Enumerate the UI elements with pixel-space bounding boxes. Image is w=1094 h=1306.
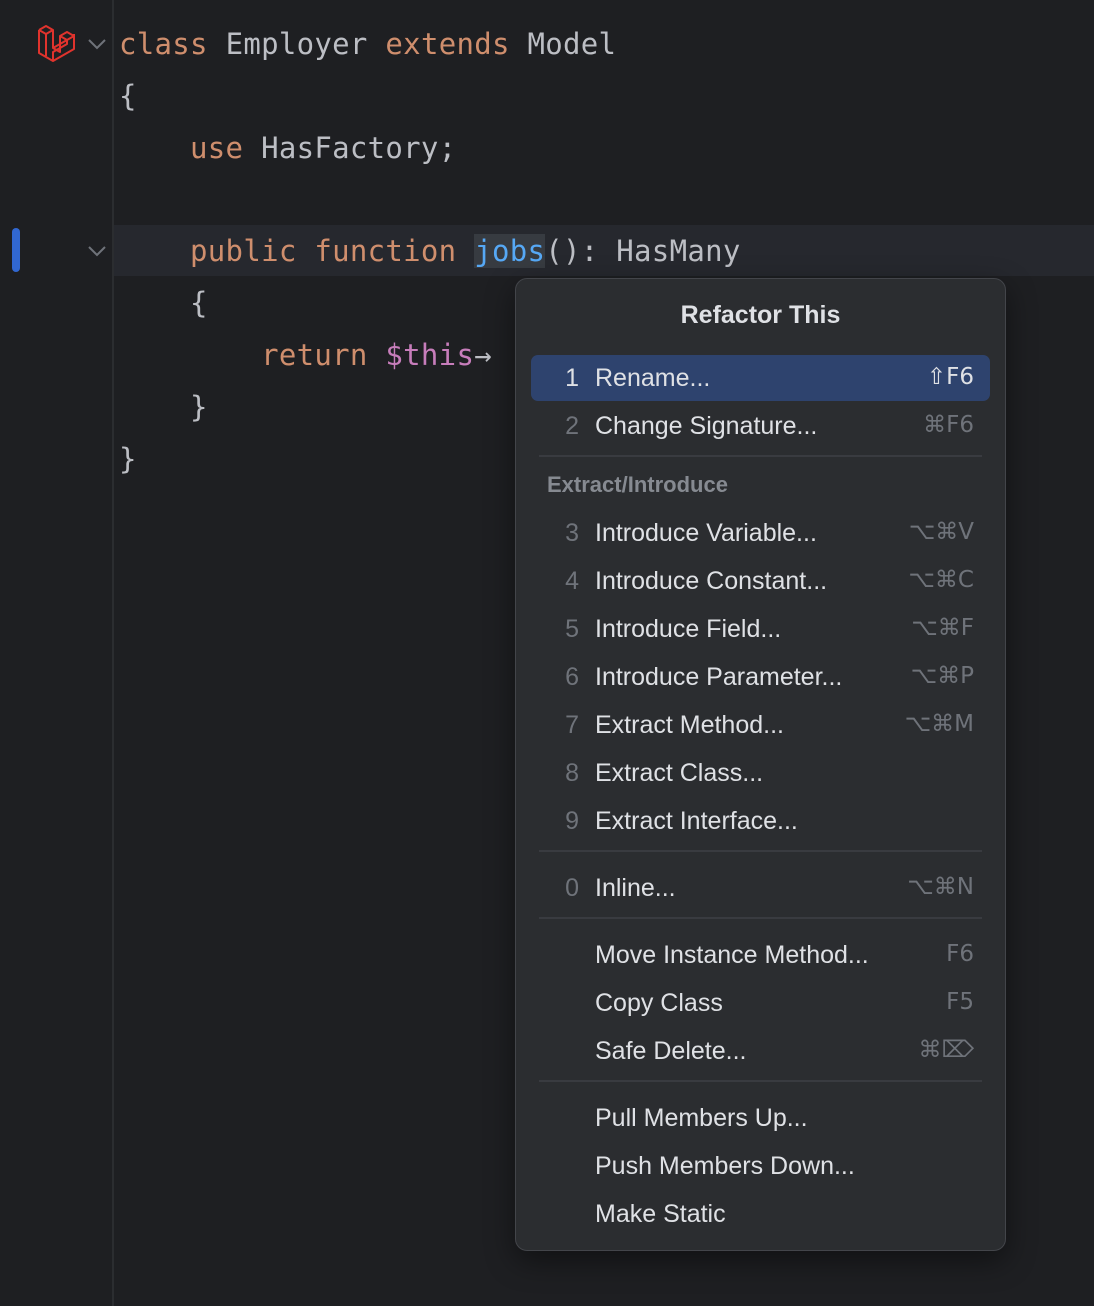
menu-item-shortcut: ⇧F6: [926, 364, 974, 390]
code-token: Model: [509, 27, 617, 61]
code-line[interactable]: }: [119, 439, 137, 479]
fold-chevron-icon[interactable]: [86, 244, 108, 258]
menu-item-inline[interactable]: 0 Inline... ⌥⌘N: [531, 865, 990, 911]
gutter-divider: [112, 0, 114, 1306]
menu-separator: [539, 1080, 982, 1082]
menu-separator: [539, 917, 982, 919]
code-line[interactable]: }: [119, 387, 208, 427]
menu-item-pull-members-up[interactable]: Pull Members Up...: [531, 1095, 990, 1141]
menu-item-shortcut: F5: [946, 989, 974, 1015]
menu-item-label: Introduce Field...: [595, 615, 782, 643]
laravel-icon[interactable]: [36, 22, 78, 64]
code-token: →: [474, 338, 492, 372]
code-token: }: [119, 390, 208, 424]
menu-item-shortcut: ⌥⌘N: [907, 874, 974, 900]
code-token: public function: [119, 234, 475, 268]
menu-item-label: Introduce Variable...: [595, 519, 817, 547]
menu-item-label: Inline...: [595, 874, 676, 902]
menu-item-rename[interactable]: 1 Rename... ⇧F6: [531, 355, 990, 401]
menu-item-shortcut: ⌘⌦: [918, 1037, 974, 1063]
menu-item-make-static[interactable]: Make Static: [531, 1191, 990, 1237]
code-line[interactable]: {: [119, 76, 137, 116]
code-line[interactable]: {: [119, 283, 208, 323]
menu-item-label: Change Signature...: [595, 412, 818, 440]
method-name-token: jobs: [474, 234, 546, 268]
menu-item-label: Move Instance Method...: [595, 941, 869, 969]
menu-item-introduce-parameter[interactable]: 6 Introduce Parameter... ⌥⌘P: [531, 654, 990, 700]
menu-item-mnemonic: 9: [565, 807, 579, 835]
menu-item-mnemonic: 3: [565, 519, 579, 547]
code-token: }: [119, 442, 137, 476]
menu-item-introduce-field[interactable]: 5 Introduce Field... ⌥⌘F: [531, 606, 990, 652]
menu-item-label: Extract Interface...: [595, 807, 798, 835]
code-line[interactable]: class Employer extends Model: [119, 24, 616, 64]
menu-item-shortcut: F6: [946, 941, 974, 967]
code-token: class: [119, 27, 208, 61]
menu-item-label: Make Static: [595, 1200, 726, 1228]
menu-separator: [539, 455, 982, 457]
menu-item-label: Introduce Constant...: [595, 567, 828, 595]
menu-item-change-signature[interactable]: 2 Change Signature... ⌘F6: [531, 403, 990, 449]
menu-item-label: Introduce Parameter...: [595, 663, 843, 691]
menu-item-extract-class[interactable]: 8 Extract Class...: [531, 750, 990, 796]
menu-item-shortcut: ⌘F6: [923, 412, 974, 438]
code-token: HasFactory;: [243, 131, 457, 165]
menu-item-label: Extract Class...: [595, 759, 764, 787]
code-line[interactable]: use HasFactory;: [119, 128, 456, 168]
vcs-change-marker[interactable]: [12, 228, 20, 272]
menu-item-shortcut: ⌥⌘P: [910, 663, 974, 689]
code-token: extends: [385, 27, 510, 61]
menu-item-introduce-constant[interactable]: 4 Introduce Constant... ⌥⌘C: [531, 558, 990, 604]
menu-item-label: Extract Method...: [595, 711, 784, 739]
menu-item-mnemonic: 7: [565, 711, 579, 739]
menu-item-mnemonic: 8: [565, 759, 579, 787]
fold-chevron-icon[interactable]: [86, 37, 108, 51]
menu-item-extract-method[interactable]: 7 Extract Method... ⌥⌘M: [531, 702, 990, 748]
menu-item-mnemonic: 5: [565, 615, 579, 643]
menu-item-mnemonic: 0: [565, 874, 579, 902]
code-token: {: [119, 286, 208, 320]
code-token: Employer: [207, 27, 386, 61]
menu-item-mnemonic: 1: [565, 364, 579, 392]
menu-item-safe-delete[interactable]: Safe Delete... ⌘⌦: [531, 1028, 990, 1074]
menu-separator: [539, 850, 982, 852]
menu-item-shortcut: ⌥⌘F: [911, 615, 974, 641]
menu-item-label: Push Members Down...: [595, 1152, 855, 1180]
menu-item-shortcut: ⌥⌘M: [904, 711, 974, 737]
menu-item-shortcut: ⌥⌘C: [908, 567, 974, 593]
menu-item-mnemonic: 4: [565, 567, 579, 595]
menu-item-copy-class[interactable]: Copy Class F5: [531, 980, 990, 1026]
code-token: use: [119, 131, 244, 165]
code-token: (): HasMany: [545, 234, 741, 268]
menu-item-push-members-down[interactable]: Push Members Down...: [531, 1143, 990, 1189]
popup-title: Refactor This: [680, 301, 841, 329]
menu-item-label: Rename...: [595, 364, 711, 392]
menu-item-label: Pull Members Up...: [595, 1104, 808, 1132]
menu-item-mnemonic: 2: [565, 412, 579, 440]
menu-item-introduce-variable[interactable]: 3 Introduce Variable... ⌥⌘V: [531, 510, 990, 556]
code-line[interactable]: return $this→: [119, 335, 492, 375]
code-token: {: [119, 79, 137, 113]
refactor-this-popup: Refactor This 1 Rename... ⇧F6 2 Change Signa…: [515, 278, 1006, 1251]
menu-item-shortcut: ⌥⌘V: [908, 519, 974, 545]
menu-item-label: Copy Class: [595, 989, 723, 1017]
menu-item-label: Safe Delete...: [595, 1037, 747, 1065]
code-token: $this: [385, 338, 475, 372]
menu-item-mnemonic: 6: [565, 663, 579, 691]
code-token: return: [119, 338, 386, 372]
code-line[interactable]: public function jobs(): HasMany: [119, 231, 741, 271]
menu-group-header: Extract/Introduce: [547, 472, 728, 497]
menu-item-extract-interface[interactable]: 9 Extract Interface...: [531, 798, 990, 844]
menu-item-move-instance-method[interactable]: Move Instance Method... F6: [531, 932, 990, 978]
